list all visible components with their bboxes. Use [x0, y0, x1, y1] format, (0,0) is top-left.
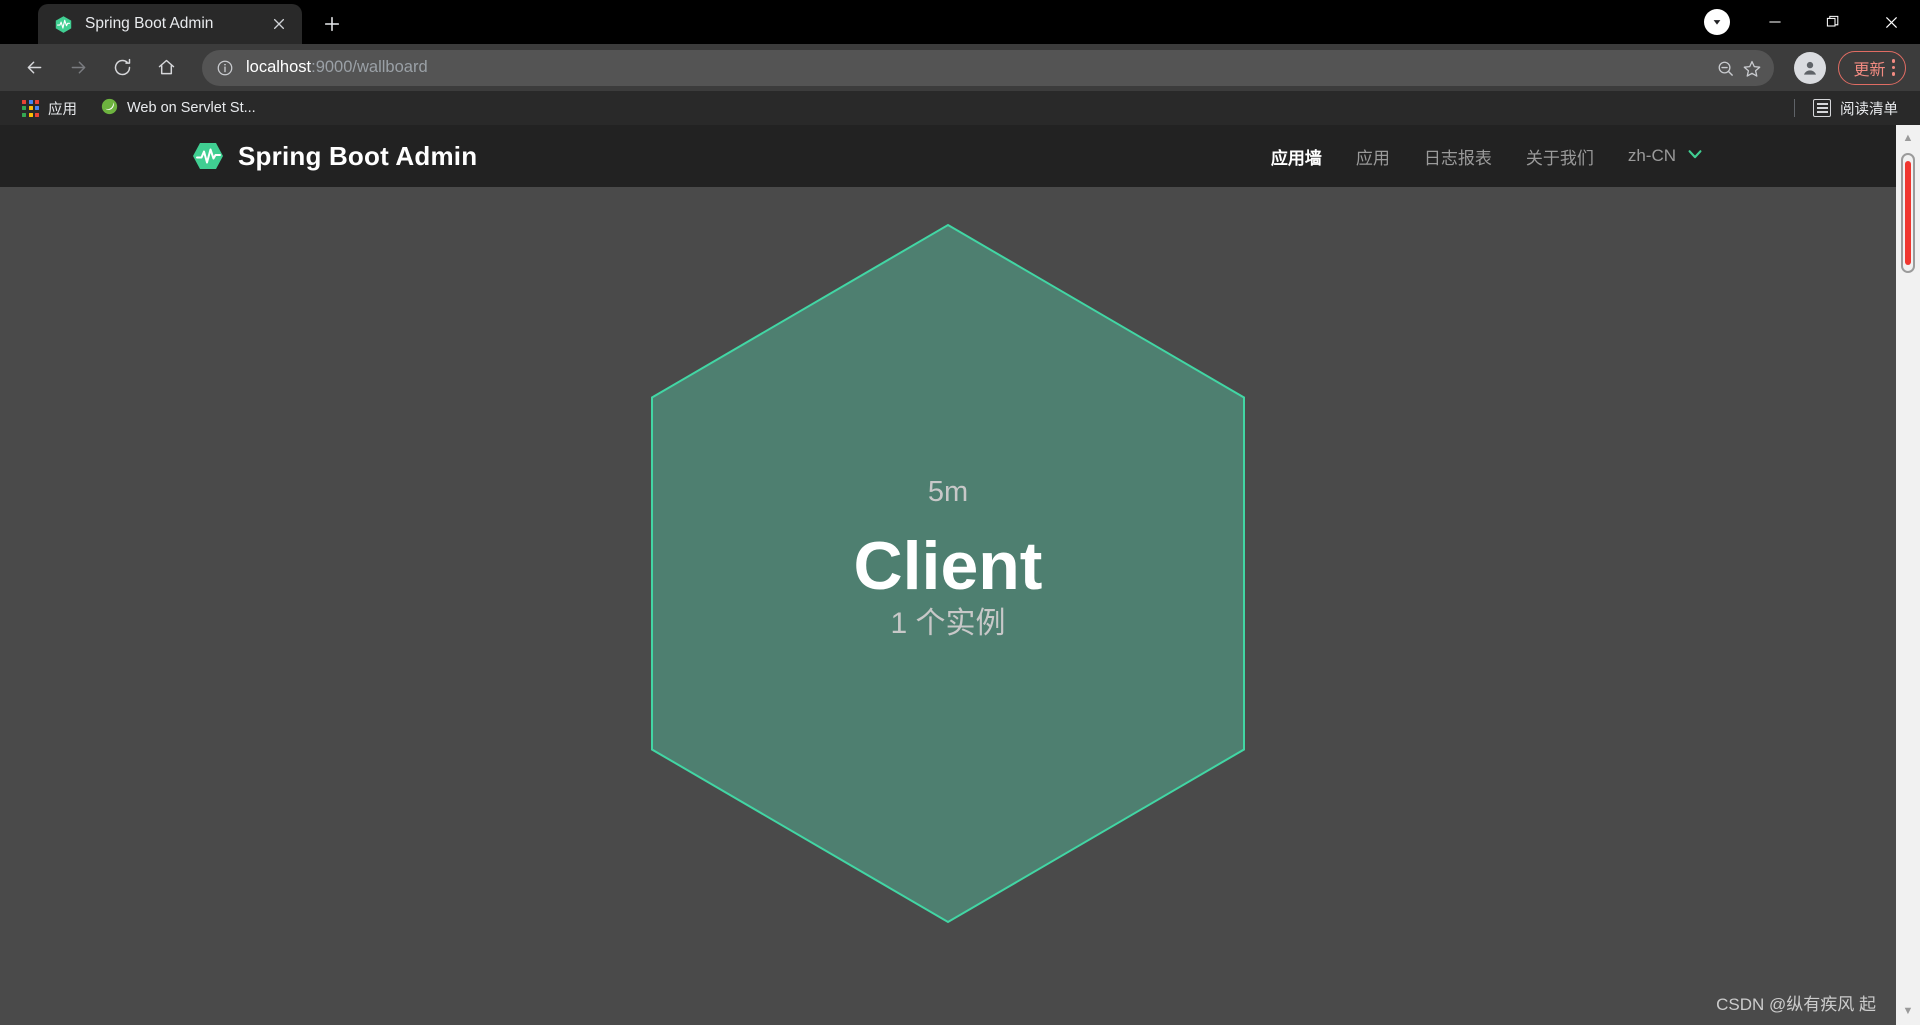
- zoom-out-icon[interactable]: [1716, 59, 1734, 77]
- browser-tab[interactable]: Spring Boot Admin: [38, 4, 302, 44]
- hexagon-shape: [651, 223, 1245, 924]
- url-path: :9000/wallboard: [311, 58, 428, 76]
- home-icon[interactable]: [146, 48, 186, 88]
- nav-item-wallboard[interactable]: 应用墙: [1271, 144, 1322, 169]
- star-outline-icon[interactable]: [1742, 59, 1761, 77]
- bookmark-item[interactable]: Web on Servlet St...: [93, 94, 264, 123]
- account-avatar-icon[interactable]: [1794, 51, 1827, 84]
- nav-item-journal[interactable]: 日志报表: [1424, 144, 1492, 169]
- reading-list-icon: [1813, 99, 1831, 117]
- scroll-down-arrow-icon[interactable]: ▼: [1903, 998, 1914, 1025]
- bookmark-apps-label: 应用: [48, 101, 77, 118]
- spring-boot-admin-app: Spring Boot Admin 应用墙 应用 日志报表 关于我们 zh-CN: [0, 125, 1896, 1025]
- update-label: 更新: [1853, 61, 1886, 79]
- browser-window: Spring Boot Admin localhost:9000/wallboa…: [0, 0, 1920, 1025]
- back-arrow-icon[interactable]: [14, 48, 54, 88]
- close-window-button[interactable]: [1862, 0, 1920, 44]
- maximize-button[interactable]: [1804, 0, 1862, 44]
- minimize-button[interactable]: [1746, 0, 1804, 44]
- bookmark-apps[interactable]: 应用: [14, 94, 85, 123]
- app-title: Spring Boot Admin: [238, 140, 478, 171]
- language-label: zh-CN: [1627, 146, 1676, 165]
- spring-boot-admin-pulse-hexagon-icon: [192, 140, 224, 172]
- watermark: CSDN @纵有疾风 起: [1716, 995, 1876, 1014]
- bookmarks-bar: 应用 Web on Servlet St... 阅读清单: [0, 91, 1920, 125]
- info-circle-icon[interactable]: [216, 59, 234, 77]
- three-dot-menu-icon[interactable]: [1891, 59, 1895, 76]
- app-header: Spring Boot Admin 应用墙 应用 日志报表 关于我们 zh-CN: [0, 125, 1896, 187]
- browser-toolbar: localhost:9000/wallboard 更新: [0, 44, 1920, 91]
- address-bar[interactable]: localhost:9000/wallboard: [202, 49, 1775, 86]
- new-tab-button[interactable]: [314, 6, 350, 42]
- url-text: localhost:9000/wallboard: [246, 58, 428, 77]
- downloads-arrow-icon: [1704, 9, 1730, 35]
- nav-item-applications[interactable]: 应用: [1356, 144, 1390, 169]
- update-button[interactable]: 更新: [1838, 50, 1906, 85]
- wallboard-grid: 5m Client 1 个实例: [0, 187, 1896, 1025]
- tab-title: Spring Boot Admin: [85, 15, 214, 32]
- app-nav: 应用墙 应用 日志报表 关于我们 zh-CN: [1271, 144, 1704, 169]
- spring-boot-admin-hexagon-icon: [54, 15, 73, 34]
- downloads-button[interactable]: [1688, 0, 1746, 44]
- tab-strip: Spring Boot Admin: [0, 0, 1920, 44]
- spring-leaf-icon: [101, 98, 118, 119]
- scroll-up-arrow-icon[interactable]: ▲: [1903, 125, 1914, 152]
- url-host: localhost: [246, 58, 312, 76]
- close-icon[interactable]: [266, 11, 292, 37]
- apps-grid-icon: [22, 99, 39, 117]
- forward-arrow-icon[interactable]: [58, 48, 98, 88]
- reading-list-label: 阅读清单: [1840, 101, 1898, 118]
- chevron-down-icon: [1686, 145, 1704, 168]
- toolbar-right-actions: 更新: [1788, 50, 1906, 85]
- page-scrollbar[interactable]: ▲ ▼: [1896, 125, 1920, 1025]
- reading-list-button[interactable]: 阅读清单: [1805, 94, 1906, 123]
- page-viewport: Spring Boot Admin 应用墙 应用 日志报表 关于我们 zh-CN: [0, 125, 1920, 1025]
- window-controls: [1688, 0, 1920, 44]
- language-selector[interactable]: zh-CN: [1628, 145, 1704, 168]
- app-brand[interactable]: Spring Boot Admin: [192, 140, 477, 172]
- application-hexagon[interactable]: 5m Client 1 个实例: [643, 221, 1253, 926]
- nav-item-about[interactable]: 关于我们: [1526, 144, 1594, 169]
- bookmarks-divider: [1794, 99, 1795, 117]
- bookmark-item-label: Web on Servlet St...: [127, 100, 256, 116]
- reload-icon[interactable]: [102, 48, 142, 88]
- scrollbar-thumb[interactable]: [1901, 153, 1915, 273]
